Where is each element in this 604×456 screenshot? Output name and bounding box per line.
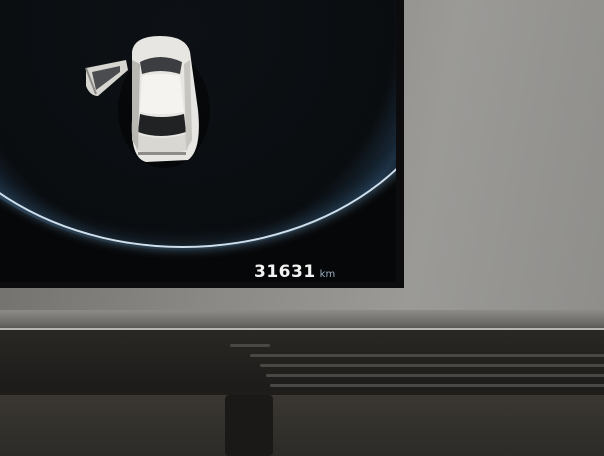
odometer-value: 31631 xyxy=(254,262,316,282)
odometer-readout: 31631 km xyxy=(254,262,335,282)
car-door-open-icon xyxy=(85,36,210,168)
display-bezel: 31631 km xyxy=(0,0,404,288)
instrument-screen: 31631 km xyxy=(0,0,396,282)
air-vent xyxy=(230,340,604,400)
dashboard-photo: 31631 km xyxy=(0,0,604,456)
dashboard-shelf xyxy=(0,395,604,456)
center-console-block xyxy=(225,395,273,456)
odometer-unit: km xyxy=(319,269,336,280)
